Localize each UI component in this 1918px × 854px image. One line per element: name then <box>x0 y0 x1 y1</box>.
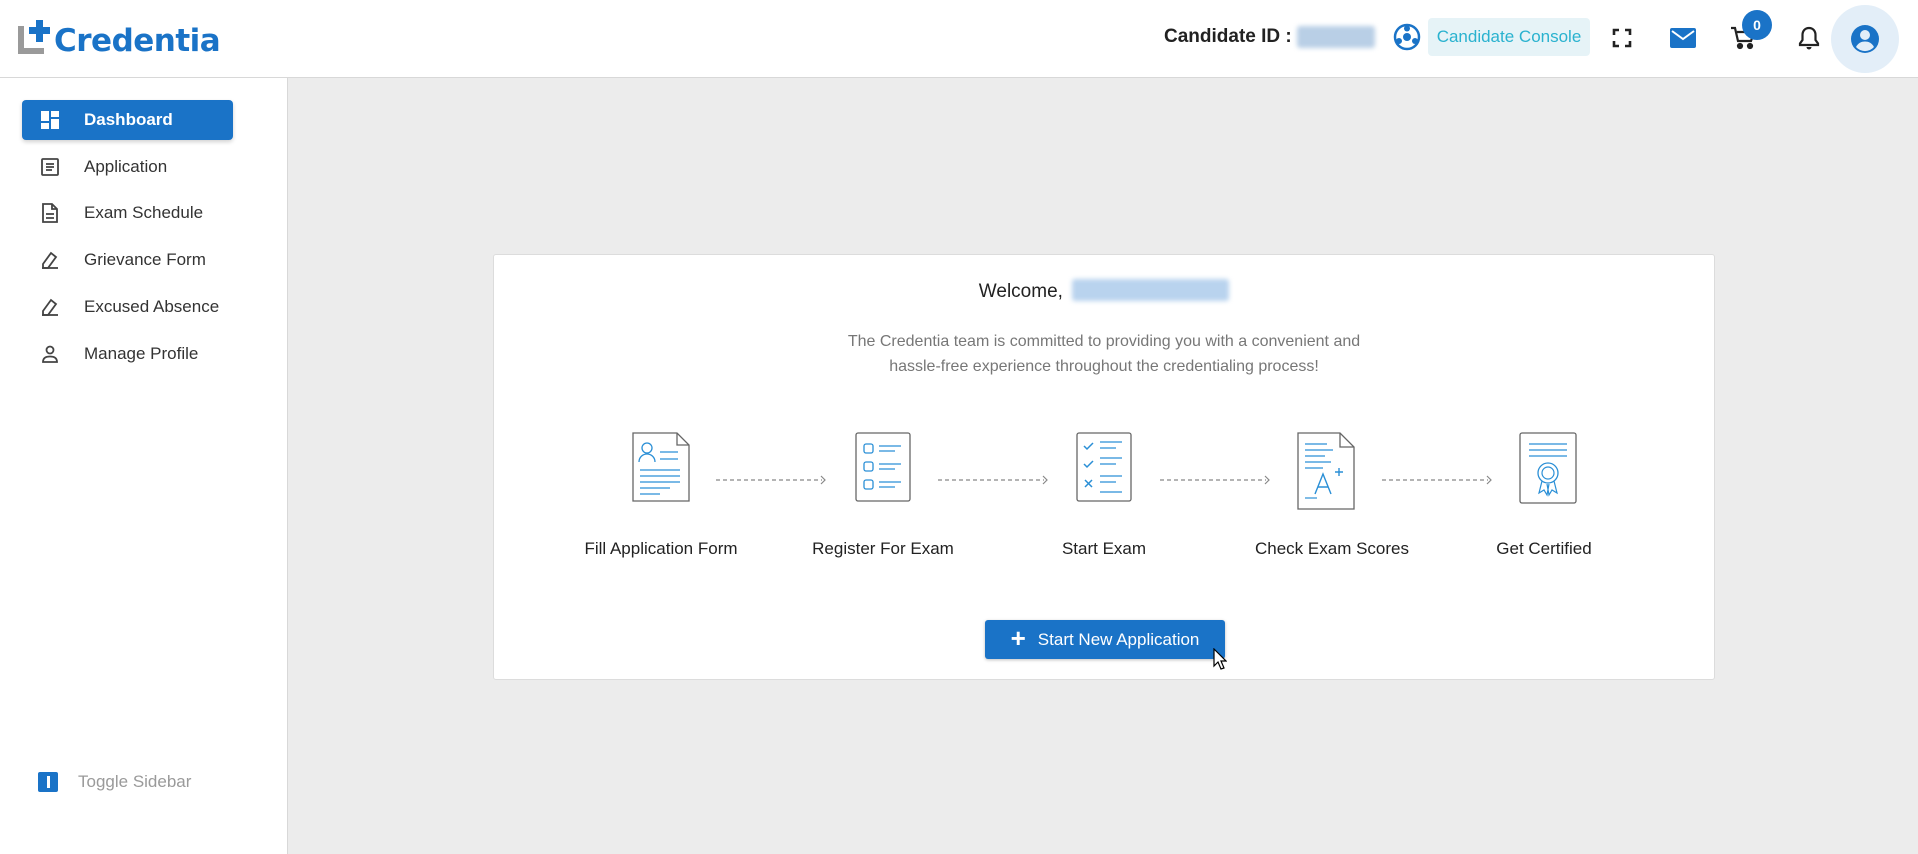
fullscreen-icon[interactable] <box>1608 24 1636 52</box>
step-label: Start Exam <box>1061 539 1147 558</box>
sidebar-item-exam-schedule[interactable]: Exam Schedule <box>22 193 233 233</box>
start-new-application-button[interactable]: + Start New Application <box>985 620 1225 659</box>
list-icon <box>39 156 61 178</box>
account-circle-icon <box>1851 25 1879 53</box>
sidebar-item-grievance-form[interactable]: Grievance Form <box>22 240 233 280</box>
plus-icon: + <box>1010 622 1026 653</box>
welcome-card: Welcome, The Credentia team is committed… <box>493 254 1715 680</box>
sidebar-item-label: Manage Profile <box>84 344 199 363</box>
description-line: hassle-free experience throughout the cr… <box>889 358 1319 375</box>
sidebar-item-label: Exam Schedule <box>84 203 204 222</box>
step-label: Register For Exam <box>812 539 954 558</box>
welcome-heading: Welcome, <box>494 279 1714 303</box>
toggle-sidebar-icon <box>38 772 58 792</box>
candidate-id-value-redacted <box>1297 26 1375 48</box>
stamp-icon <box>39 296 61 318</box>
sidebar-item-manage-profile[interactable]: Manage Profile <box>22 334 233 374</box>
candidate-console-button[interactable]: Candidate Console <box>1428 18 1590 56</box>
sidebar-item-dashboard[interactable]: Dashboard <box>22 100 233 140</box>
description-line: The Credentia team is committed to provi… <box>847 333 1361 350</box>
logo-mark-icon <box>18 20 52 56</box>
certificate-icon <box>1519 432 1577 509</box>
sidebar-item-label: Excused Absence <box>84 297 220 316</box>
step-label: Fill Application Form <box>584 539 738 558</box>
checklist-icon <box>855 432 911 507</box>
exam-sheet-icon <box>1076 432 1132 507</box>
sidebar-item-application[interactable]: Application <box>22 147 233 187</box>
mail-icon[interactable] <box>1669 24 1697 52</box>
step-arrow-icon <box>1160 472 1272 490</box>
cart-count-badge: 0 <box>1742 10 1772 40</box>
sidebar-item-label: Application <box>84 157 168 176</box>
step-arrow-icon <box>1382 472 1494 490</box>
toggle-sidebar-button[interactable]: Toggle Sidebar <box>38 772 191 792</box>
dashboard-icon <box>39 109 61 131</box>
welcome-description: The Credentia team is committed to provi… <box>494 329 1714 379</box>
candidate-name-redacted <box>1072 279 1230 301</box>
stamp-icon <box>39 249 61 271</box>
user-avatar[interactable] <box>1831 5 1899 73</box>
step-arrow-icon <box>938 472 1050 490</box>
sidebar-item-excused-absence[interactable]: Excused Absence <box>22 287 233 327</box>
step-label: Get Certified <box>1496 539 1592 558</box>
step-label: Check Exam Scores <box>1255 539 1409 558</box>
sidebar-item-label: Dashboard <box>84 110 173 129</box>
sidebar-item-label: Grievance Form <box>84 250 206 269</box>
step-arrow-icon <box>716 472 828 490</box>
top-header: Credentia Candidate ID : Candidate Conso… <box>0 0 1918 78</box>
cta-label: Start New Application <box>1037 629 1200 649</box>
support-icon[interactable] <box>1393 23 1421 51</box>
toggle-sidebar-label: Toggle Sidebar <box>78 772 192 791</box>
candidate-id-label: Candidate ID : <box>1164 26 1292 47</box>
welcome-text: Welcome, <box>978 281 1063 302</box>
score-sheet-icon <box>1297 432 1355 515</box>
sidebar: Dashboard Application Exam Schedule Grie… <box>0 78 288 854</box>
logo-text: Credentia <box>54 23 221 59</box>
bell-icon[interactable] <box>1795 24 1823 52</box>
person-icon <box>39 343 61 365</box>
credentia-logo[interactable]: Credentia <box>18 18 221 59</box>
mouse-cursor-icon <box>1213 647 1228 675</box>
document-icon <box>39 202 61 224</box>
application-form-icon <box>632 432 690 507</box>
